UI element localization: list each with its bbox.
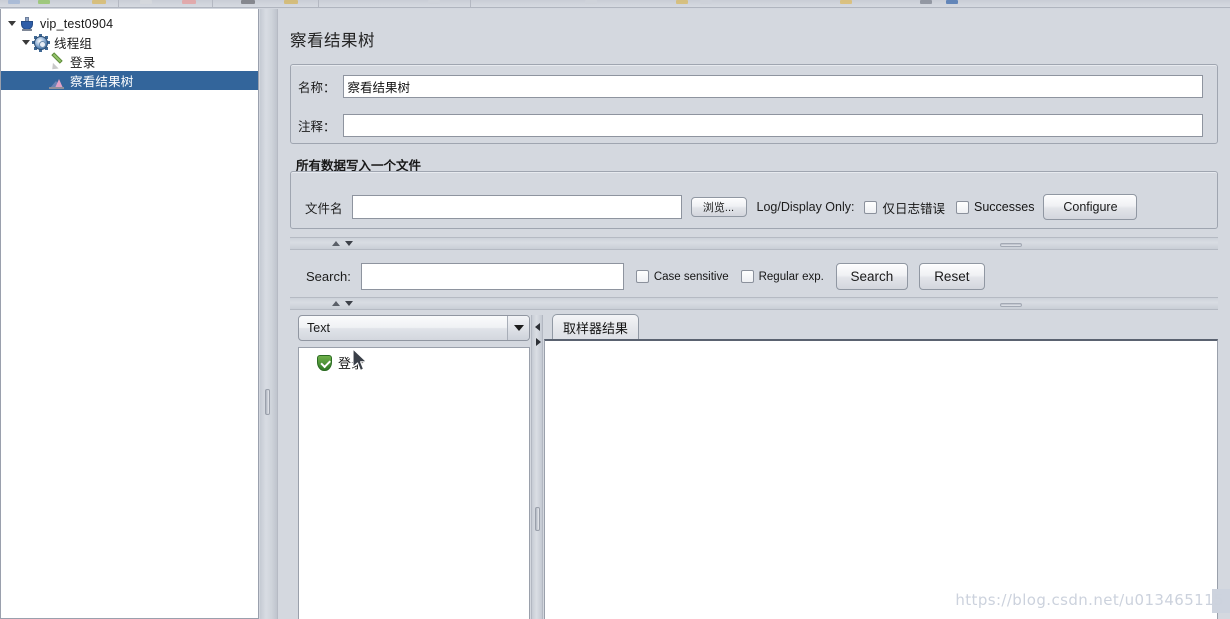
case-sensitive-label: Case sensitive: [653, 270, 729, 283]
name-input[interactable]: 察看结果树: [342, 75, 1203, 98]
splitter-grip[interactable]: [265, 389, 270, 415]
paste-icon[interactable]: [241, 0, 255, 4]
comment-label: 注释：: [298, 120, 336, 134]
tab-label: 取样器结果: [563, 321, 629, 336]
tree-node-label: 登录: [70, 56, 96, 70]
copy-icon[interactable]: [182, 0, 196, 4]
name-row: 名称： 察看结果树: [298, 75, 1210, 98]
search-splitter-top[interactable]: [290, 237, 1218, 250]
collapse-left-icon[interactable]: [535, 323, 540, 331]
collapse-up-icon[interactable]: [332, 241, 340, 246]
sampler-result-content[interactable]: [544, 339, 1218, 619]
cut-icon[interactable]: [140, 0, 152, 4]
errors-only-label: 仅日志错误: [882, 201, 945, 216]
main-splitter[interactable]: [260, 9, 277, 619]
new-icon[interactable]: [8, 0, 20, 4]
comment-row: 注释：: [298, 114, 1210, 137]
search-splitter-bottom[interactable]: [290, 297, 1218, 310]
tab-sampler-result[interactable]: 取样器结果: [552, 314, 640, 340]
toolbar-separator: [318, 0, 319, 7]
tree-node-test-plan[interactable]: vip_test0904: [1, 14, 258, 33]
results-list[interactable]: 登录: [298, 347, 530, 619]
splitter-grip[interactable]: [1000, 243, 1022, 247]
regular-exp-checkbox[interactable]: Regular exp.: [740, 270, 824, 283]
jmeter-window: vip_test0904 线程组 登录 察看结果树 察看结果树 名称： 察看结果…: [0, 0, 1230, 619]
tree-node-thread-group[interactable]: 线程组: [1, 33, 258, 52]
splitter-grip[interactable]: [535, 507, 540, 531]
list-item[interactable]: 登录: [299, 348, 529, 372]
collapse-down-icon[interactable]: [345, 301, 353, 306]
shutdown-icon[interactable]: [676, 0, 688, 4]
tree-node-view-results-tree[interactable]: 察看结果树: [1, 71, 258, 90]
regular-exp-label: Regular exp.: [758, 270, 824, 283]
reset-button[interactable]: Reset: [918, 263, 985, 290]
comment-input[interactable]: [342, 114, 1203, 137]
help-icon[interactable]: [920, 0, 932, 4]
remote-start-icon[interactable]: [700, 0, 712, 4]
filename-label: 文件名: [305, 201, 343, 216]
checkbox-box[interactable]: [635, 270, 649, 283]
case-sensitive-checkbox[interactable]: Case sensitive: [635, 270, 729, 283]
search-row: Search: Case sensitive Regular exp. Sear…: [306, 263, 985, 290]
stop-icon[interactable]: [585, 0, 597, 4]
test-plan-icon: [18, 15, 36, 33]
filename-input[interactable]: [351, 195, 682, 219]
configure-button[interactable]: Configure: [1043, 194, 1138, 220]
tree-node-label: 线程组: [54, 37, 93, 51]
tree-node-label: 察看结果树: [70, 75, 134, 89]
toolbar-separator: [470, 0, 471, 7]
chevron-down-icon[interactable]: [507, 316, 529, 340]
successes-checkbox[interactable]: Successes: [956, 200, 1034, 214]
successes-label: Successes: [974, 200, 1035, 214]
renderer-combo[interactable]: Text: [298, 315, 530, 341]
results-tabstrip: 取样器结果: [544, 313, 1218, 341]
watermark: https://blog.csdn.net/u013465115: [955, 591, 1224, 609]
test-plan-tree[interactable]: vip_test0904 线程组 登录 察看结果树: [0, 9, 259, 619]
clear-icon[interactable]: [284, 0, 298, 4]
results-splitter[interactable]: [531, 315, 543, 619]
open-icon[interactable]: [38, 0, 50, 4]
search-label: Search:: [306, 269, 351, 284]
filename-row: 文件名 浏览... Log/Display Only: 仅日志错误 Succes…: [305, 194, 1138, 220]
errors-only-checkbox[interactable]: 仅日志错误: [864, 198, 945, 217]
save-icon[interactable]: [92, 0, 106, 4]
start-icon[interactable]: [428, 0, 440, 4]
http-sampler-icon: [48, 51, 66, 72]
tree-node-label: vip_test0904: [40, 16, 114, 31]
log-display-only-label: Log/Display Only:: [756, 200, 855, 214]
search-button[interactable]: Search: [835, 263, 908, 290]
collapse-down-icon[interactable]: [345, 241, 353, 246]
collapse-right-icon[interactable]: [536, 338, 541, 346]
search-toolbar-icon[interactable]: [946, 0, 958, 4]
splitter-arrows[interactable]: [332, 241, 353, 246]
tree-node-login-sampler[interactable]: 登录: [1, 51, 258, 72]
success-shield-icon: [317, 354, 332, 371]
view-results-tree-icon: [48, 72, 66, 90]
browse-button[interactable]: 浏览...: [690, 197, 747, 217]
view-results-tree-panel: 察看结果树 名称： 察看结果树 注释： 所有数据写入一个文件 文件名 浏览...…: [277, 9, 1230, 619]
splitter-arrows[interactable]: [332, 301, 353, 306]
search-input[interactable]: [360, 263, 624, 290]
checkbox-box[interactable]: [864, 200, 878, 214]
splitter-grip[interactable]: [1000, 303, 1022, 307]
clear-all-icon[interactable]: [840, 0, 852, 4]
toolbar-separator: [212, 0, 213, 7]
checkbox-box[interactable]: [956, 200, 969, 214]
page-title: 察看结果树: [290, 32, 375, 50]
renderer-selected-value: Text: [307, 321, 330, 335]
name-label: 名称：: [298, 81, 336, 95]
toolbar-strip: [0, 0, 1230, 8]
expand-toggle-icon[interactable]: [5, 14, 18, 33]
thread-group-icon: [32, 33, 50, 52]
toolbar-separator: [118, 0, 119, 7]
checkbox-box[interactable]: [740, 270, 754, 283]
expand-toggle-icon[interactable]: [19, 33, 32, 52]
collapse-up-icon[interactable]: [332, 301, 340, 306]
